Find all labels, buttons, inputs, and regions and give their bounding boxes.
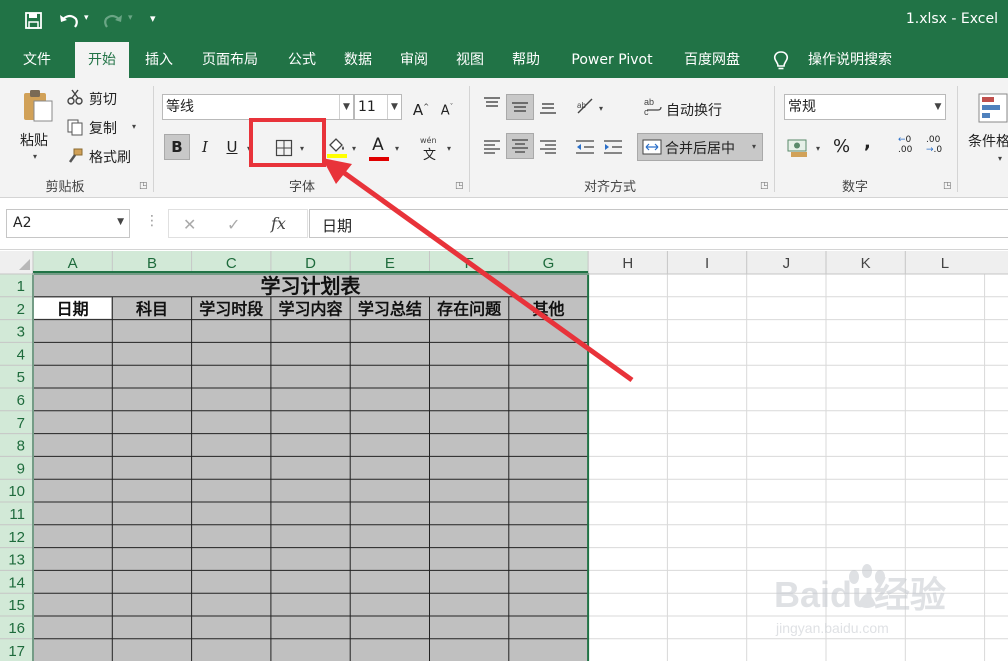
annotation-arrow bbox=[334, 164, 634, 383]
annotation-highlight-box bbox=[249, 118, 326, 167]
annotation-overlay bbox=[249, 118, 634, 383]
annotation-arrow-head bbox=[322, 158, 352, 184]
